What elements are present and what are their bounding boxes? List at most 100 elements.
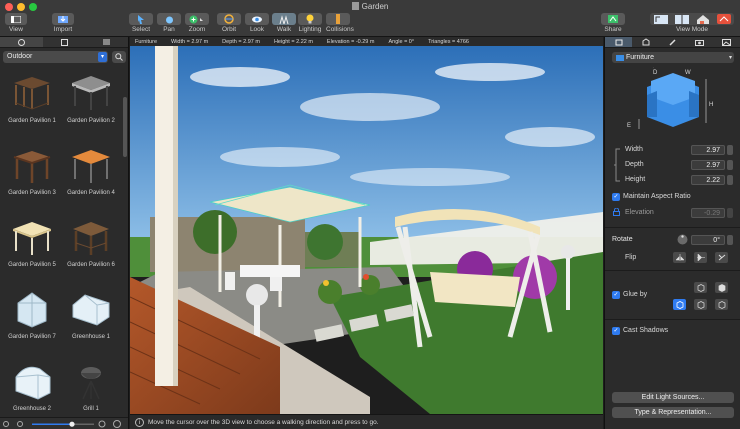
- pavilion-7-thumbnail: [17, 292, 47, 328]
- object-type-select[interactable]: Furniture ▾: [612, 52, 734, 63]
- split-view-icon[interactable]: [674, 14, 689, 24]
- look-button[interactable]: Look: [245, 13, 269, 33]
- lighting-label: Lighting: [298, 26, 322, 33]
- dim-w-label: W: [685, 70, 691, 76]
- glue-ceiling-button[interactable]: [715, 299, 728, 310]
- rotate-field[interactable]: 0°: [691, 235, 725, 245]
- select-button[interactable]: Select: [129, 13, 153, 33]
- zoom-in-icon[interactable]: [98, 420, 106, 428]
- tab-objects[interactable]: [0, 37, 43, 47]
- view-button[interactable]: View: [5, 13, 27, 33]
- light-bulb-icon: [306, 14, 314, 24]
- lighting-button[interactable]: Lighting: [298, 13, 322, 33]
- library-item-garden-pavilion-7[interactable]: Garden Pavilion 7: [3, 289, 61, 340]
- section-divider: [605, 319, 740, 320]
- object-type-value: Furniture: [626, 54, 655, 61]
- info-height: Height = 2.22 m: [273, 38, 313, 45]
- library-item-garden-pavilion-2[interactable]: Garden Pavilion 2: [62, 73, 120, 124]
- view-mode-label: View Mode: [675, 26, 709, 33]
- flip-horizontal-icon: [675, 254, 684, 261]
- library-item-garden-pavilion-4[interactable]: Garden Pavilion 4: [62, 145, 120, 196]
- glue-top-button[interactable]: [694, 282, 707, 293]
- zoom-out-icon[interactable]: [3, 421, 9, 427]
- library-item-grill-1[interactable]: Grill 1: [62, 361, 120, 412]
- tab-object[interactable]: [605, 37, 632, 47]
- flip-horizontal-button[interactable]: [673, 252, 686, 263]
- glue-label: Glue by: [623, 291, 648, 298]
- glue-checkbox[interactable]: ✓: [612, 291, 620, 299]
- library-item-greenhouse-1[interactable]: Greenhouse 1: [62, 289, 120, 340]
- collisions-button[interactable]: Collisions: [326, 13, 354, 33]
- library-item-garden-pavilion-3[interactable]: Garden Pavilion 3: [3, 145, 61, 196]
- gear-icon[interactable]: [113, 420, 121, 428]
- flip-depth-icon: [718, 254, 725, 261]
- width-field[interactable]: 2.97: [691, 145, 725, 155]
- library-item-label: Garden Pavilion 7: [8, 334, 56, 340]
- search-button[interactable]: [112, 51, 126, 63]
- tab-list[interactable]: [85, 37, 128, 47]
- window-title: Garden: [0, 2, 740, 11]
- zoom-label: Zoom: [188, 26, 206, 33]
- inspector-panel: Furniture ▾ D W H E Width 2.97 Depth 2.9…: [604, 37, 740, 429]
- height-stepper[interactable]: [727, 175, 733, 185]
- pavilion-3-thumbnail: [13, 151, 51, 183]
- height-field[interactable]: 2.22: [691, 175, 725, 185]
- tab-building[interactable]: [632, 37, 659, 47]
- walk-button[interactable]: Walk: [272, 13, 296, 33]
- share-button[interactable]: Share: [601, 13, 625, 33]
- library-scrollbar[interactable]: [123, 97, 127, 157]
- library-item-label: Greenhouse 2: [12, 406, 52, 412]
- flip-label: Flip: [625, 254, 637, 261]
- cast-shadows-checkbox[interactable]: ✓: [612, 327, 620, 335]
- furniture-icon: [615, 39, 622, 46]
- library-item-garden-pavilion-6[interactable]: Garden Pavilion 6: [62, 217, 120, 268]
- cube-icon: [697, 283, 704, 292]
- elevation-field[interactable]: -0.29: [691, 208, 725, 218]
- maintain-aspect-checkbox[interactable]: ✓: [612, 193, 620, 201]
- garden-3d-render[interactable]: [130, 37, 603, 414]
- tab-rooms[interactable]: [43, 37, 86, 47]
- rotate-stepper[interactable]: [727, 235, 733, 245]
- pan-label: Pan: [163, 26, 175, 33]
- rotate-knob[interactable]: [677, 234, 688, 245]
- pan-button[interactable]: Pan: [157, 13, 181, 33]
- orbit-icon: [224, 14, 234, 24]
- glue-floor-button[interactable]: [673, 299, 686, 310]
- glue-wall-button[interactable]: [694, 299, 707, 310]
- chevron-down-icon: ▾: [98, 52, 107, 62]
- width-stepper[interactable]: [727, 145, 733, 155]
- library-item-garden-pavilion-5[interactable]: Garden Pavilion 5: [3, 217, 61, 268]
- elevation-stepper[interactable]: [727, 208, 733, 218]
- zoom-button[interactable]: Zoom: [185, 13, 209, 33]
- 3d-only-icon[interactable]: [716, 14, 731, 24]
- library-item-garden-pavilion-1[interactable]: Garden Pavilion 1: [3, 73, 61, 124]
- flip-vertical-button[interactable]: [694, 252, 707, 263]
- zoom-small-icon[interactable]: [17, 421, 23, 427]
- view-mode-control[interactable]: View Mode: [650, 13, 734, 33]
- glue-side-button[interactable]: [715, 282, 728, 293]
- depth-stepper[interactable]: [727, 160, 733, 170]
- 2d-plan-icon[interactable]: [653, 14, 668, 24]
- 3d-view[interactable]: [130, 37, 603, 414]
- tab-material[interactable]: [659, 37, 686, 47]
- info-width: Width = 2.97 m: [171, 38, 209, 45]
- category-select[interactable]: Outdoor ▾: [3, 51, 108, 63]
- library-item-greenhouse-2[interactable]: Greenhouse 2: [3, 361, 61, 412]
- zoom-slider[interactable]: [0, 418, 128, 429]
- depth-field[interactable]: 2.97: [691, 160, 725, 170]
- tab-media[interactable]: [713, 37, 740, 47]
- lock-icon[interactable]: [613, 208, 620, 216]
- flip-depth-button[interactable]: [715, 252, 728, 263]
- orbit-button[interactable]: Orbit: [217, 13, 241, 33]
- tab-camera[interactable]: [686, 37, 713, 47]
- eye-icon: [252, 16, 262, 22]
- edit-light-sources-button[interactable]: Edit Light Sources...: [612, 392, 734, 403]
- import-button[interactable]: Import: [52, 13, 74, 33]
- rotate-label: Rotate: [612, 236, 633, 243]
- elevation-label: Elevation: [625, 209, 654, 216]
- info-angle: Angle = 0°: [388, 38, 415, 45]
- cast-shadows-label: Cast Shadows: [623, 327, 669, 334]
- type-representation-button[interactable]: Type & Representation...: [612, 407, 734, 418]
- 3d-house-icon[interactable]: [696, 14, 710, 24]
- slider-thumb[interactable]: [69, 421, 75, 427]
